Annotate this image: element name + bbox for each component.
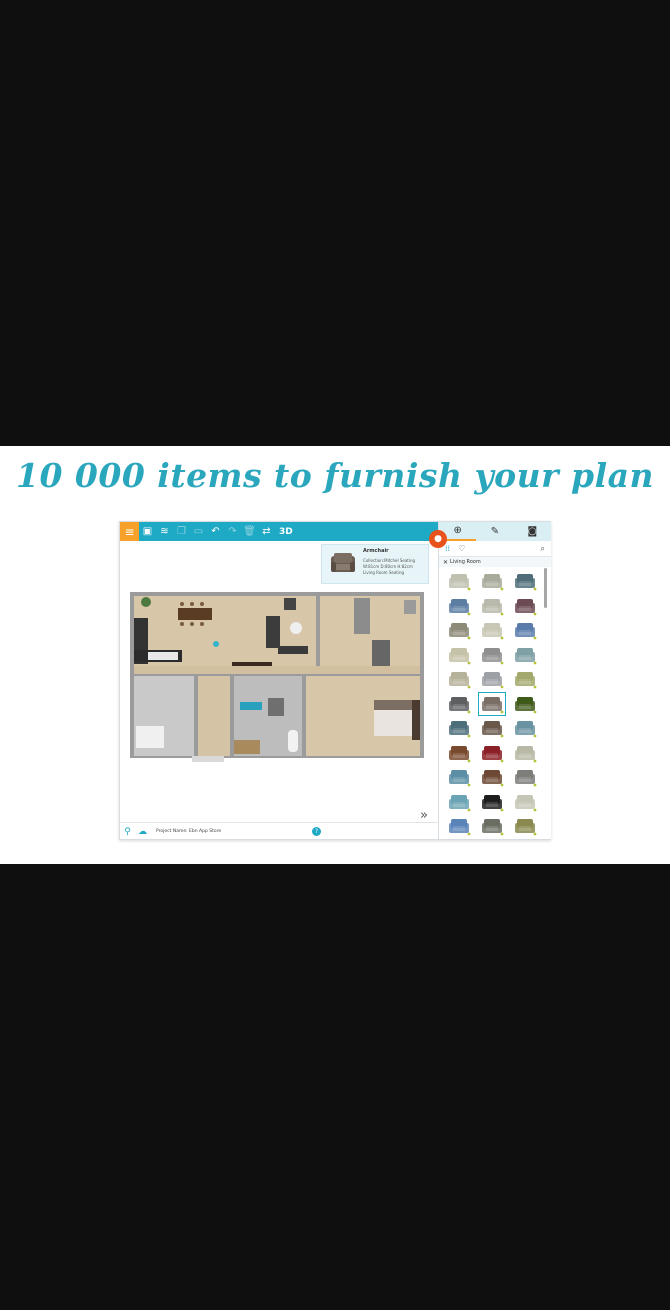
catalog-item[interactable] (512, 668, 538, 690)
help-icon[interactable]: ? (312, 827, 321, 836)
project-name: Project Name: Ebn App Store (156, 829, 222, 834)
catalog-item[interactable] (479, 570, 505, 592)
catalog-grid (443, 568, 543, 836)
heart-icon[interactable]: ♡ (458, 544, 465, 553)
microphone-icon[interactable]: ● (429, 530, 447, 548)
user-icon[interactable]: ⚲ (120, 824, 135, 839)
catalog-item[interactable] (446, 570, 472, 592)
delete-icon[interactable]: 🗑 (241, 522, 258, 541)
catalog-item[interactable] (512, 742, 538, 764)
expand-panel-icon[interactable]: » (420, 808, 428, 823)
search-icon[interactable]: ⌕ (541, 544, 545, 554)
catalog-item[interactable] (479, 619, 505, 641)
catalog-item[interactable] (479, 717, 505, 739)
copy-icon[interactable]: ❐ (173, 522, 190, 541)
grid-icon[interactable]: ⁞⁞ (445, 544, 450, 553)
pencil-icon[interactable]: ✎ (476, 522, 513, 541)
catalog-scrollbar[interactable] (544, 568, 547, 608)
promo-card: 10 000 items to furnish your plan ≡ ▣ ≋ … (0, 446, 670, 864)
layers-icon[interactable]: ≋ (156, 522, 173, 541)
catalog-item[interactable] (512, 766, 538, 788)
catalog-item[interactable] (446, 815, 472, 837)
catalog-item[interactable] (479, 668, 505, 690)
catalog-panel: ⊕ ✎ ◙ ⁞⁞ ♡ ⌕ ✕ Living Room (438, 522, 551, 839)
catalog-item[interactable] (512, 570, 538, 592)
catalog-item[interactable] (479, 791, 505, 813)
catalog-item[interactable] (446, 742, 472, 764)
undo-icon[interactable]: ↶ (207, 522, 224, 541)
cloud-icon[interactable]: ☁ (135, 824, 150, 839)
catalog-item[interactable] (446, 644, 472, 666)
menu-icon[interactable]: ≡ (120, 522, 139, 541)
toolbar: ≡ ▣ ≋ ❐ ▭ ↶ ↷ 🗑 ⇄ 3D (120, 522, 438, 541)
filter-label: Living Room (450, 559, 481, 565)
item-title: Armchair (363, 548, 389, 554)
catalog-item[interactable] (512, 717, 538, 739)
catalog-filter[interactable]: ✕ Living Room (439, 557, 551, 567)
view-3d-button[interactable]: 3D (279, 527, 293, 537)
catalog-item[interactable] (512, 644, 538, 666)
armchair-thumbnail (331, 553, 355, 572)
item-collection: Collection:Mitchel Seating (363, 558, 416, 563)
catalog-item[interactable] (446, 693, 472, 715)
catalog-tools: ⁞⁞ ♡ ⌕ (439, 541, 551, 557)
statusbar: ⚲ ☁ Project Name: Ebn App Store ? (120, 822, 438, 840)
catalog-item[interactable] (479, 766, 505, 788)
catalog-item[interactable] (446, 791, 472, 813)
catalog-item[interactable] (512, 595, 538, 617)
floor-plan[interactable] (128, 590, 428, 762)
headline: 10 000 items to furnish your plan (16, 456, 654, 495)
catalog-item[interactable] (512, 791, 538, 813)
item-dimensions: W:81cm D:80cm H:82cm (363, 564, 413, 569)
item-info-card: Armchair Collection:Mitchel Seating W:81… (321, 544, 429, 584)
app-window: ≡ ▣ ≋ ❐ ▭ ↶ ↷ 🗑 ⇄ 3D ● Armchair Collecti… (119, 521, 551, 840)
catalog-item[interactable] (479, 644, 505, 666)
item-category: Living Room Seating (363, 570, 405, 575)
catalog-item[interactable] (446, 619, 472, 641)
save-icon[interactable]: ▣ (139, 522, 156, 541)
catalog-tabs: ⊕ ✎ ◙ (439, 522, 551, 541)
catalog-item[interactable] (512, 619, 538, 641)
catalog-item[interactable] (478, 691, 506, 716)
catalog-item[interactable] (446, 668, 472, 690)
camera-icon[interactable]: ◙ (514, 522, 551, 541)
catalog-item[interactable] (512, 815, 538, 837)
catalog-item[interactable] (479, 595, 505, 617)
catalog-item[interactable] (479, 742, 505, 764)
catalog-item[interactable] (446, 717, 472, 739)
flip-icon[interactable]: ⇄ (258, 522, 275, 541)
paste-icon[interactable]: ▭ (190, 522, 207, 541)
redo-icon[interactable]: ↷ (224, 522, 241, 541)
catalog-item[interactable] (479, 815, 505, 837)
catalog-item[interactable] (446, 595, 472, 617)
close-icon[interactable]: ✕ (443, 559, 448, 566)
catalog-item[interactable] (512, 693, 538, 715)
catalog-item[interactable] (446, 766, 472, 788)
